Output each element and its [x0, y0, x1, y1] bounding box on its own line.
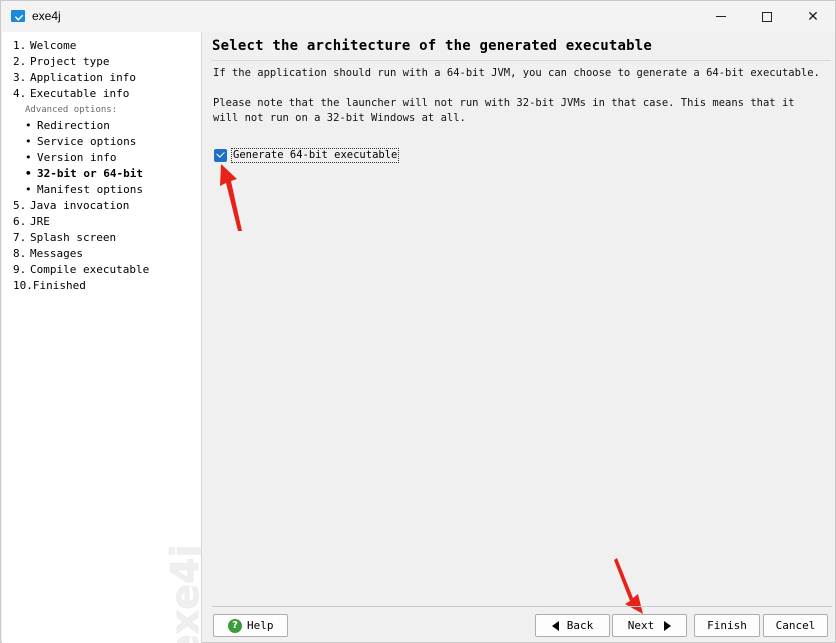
next-button[interactable]: Next [612, 614, 687, 637]
step-number: 3. [13, 71, 27, 84]
wizard-steps-sidebar: 1. Welcome 2. Project type 3. Application i… [2, 32, 202, 643]
step-label: Version info [37, 151, 117, 164]
maximize-icon [762, 11, 772, 22]
title-bar: exe4j ✕ [1, 1, 835, 32]
step-label: Executable info [30, 87, 130, 100]
step-service-options[interactable]: • Service options [2, 134, 201, 150]
step-executable-info[interactable]: 4. Executable info [2, 86, 201, 102]
exe4j-wizard-window: exe4j ✕ 1. Welcome 2. Project type 3. Appli… [0, 0, 836, 643]
steps-list: 1. Welcome 2. Project type 3. Application i… [2, 38, 201, 294]
help-question-icon: ? [228, 618, 242, 633]
step-number: 4. [13, 87, 27, 100]
step-label: Welcome [30, 39, 77, 52]
page-title: Select the architecture of the generated… [212, 38, 653, 54]
step-label: Java invocation [30, 199, 130, 212]
window-title: exe4j [32, 9, 61, 23]
step-messages[interactable]: 8. Messages [2, 246, 201, 262]
cancel-button-label: Cancel [775, 619, 816, 632]
step-label: Finished [32, 279, 86, 292]
step-label: Manifest options [37, 183, 143, 196]
watermark-text: exe4j [163, 544, 202, 643]
cancel-button[interactable]: Cancel [763, 614, 828, 637]
arrow-right-icon [664, 620, 672, 631]
step-splash-screen[interactable]: 7. Splash screen [2, 230, 201, 246]
back-button[interactable]: Back [535, 614, 610, 637]
advanced-options-caption: Advanced options: [25, 105, 118, 115]
next-button-label: Next [627, 619, 655, 632]
description-paragraph-2: Please note that the launcher will not r… [213, 97, 795, 124]
finish-button[interactable]: Finish [694, 614, 760, 637]
help-button[interactable]: ? Help [213, 614, 288, 637]
close-button[interactable]: ✕ [790, 1, 836, 32]
step-welcome[interactable]: 1. Welcome [2, 38, 201, 54]
step-number: 9. [13, 263, 27, 276]
step-number: 8. [13, 247, 27, 260]
step-compile-executable[interactable]: 9. Compile executable [2, 262, 201, 278]
exe4j-watermark-logo: exe4j [150, 532, 202, 643]
help-button-label: Help [247, 619, 274, 632]
minimize-icon [716, 16, 726, 17]
step-finished[interactable]: 10.Finished [2, 278, 201, 294]
step-label: Compile executable [30, 263, 150, 276]
step-manifest-options[interactable]: • Manifest options [2, 182, 201, 198]
step-label: Application info [30, 71, 136, 84]
annotation-arrow-icon [614, 558, 643, 614]
step-label: Project type [30, 55, 110, 68]
description-paragraph-1: If the application should run with a 64-… [213, 67, 820, 79]
finish-button-label: Finish [707, 619, 747, 632]
maximize-button[interactable] [744, 1, 790, 32]
heading-divider [211, 60, 831, 61]
bullet: • [25, 167, 32, 180]
annotation-arrow-icon [220, 164, 242, 231]
arrow-left-icon [551, 620, 559, 631]
bullet: • [25, 119, 32, 132]
generate-64bit-label[interactable]: Generate 64-bit executable [231, 148, 400, 163]
step-label: Splash screen [30, 231, 117, 244]
step-number: 2. [13, 55, 27, 68]
step-label: Messages [30, 247, 83, 260]
bullet: • [25, 151, 32, 164]
step-jre[interactable]: 6. JRE [2, 214, 201, 230]
step-redirection[interactable]: • Redirection [2, 118, 201, 134]
footer-divider [212, 606, 832, 607]
step-number: 7. [13, 231, 27, 244]
step-application-info[interactable]: 3. Application info [2, 70, 201, 86]
minimize-button[interactable] [698, 1, 744, 32]
close-icon: ✕ [807, 8, 819, 25]
step-version-info[interactable]: • Version info [2, 150, 201, 166]
bullet: • [25, 183, 32, 196]
main-content: Select the architecture of the generated… [203, 32, 835, 607]
step-label: Redirection [37, 119, 110, 132]
exe4j-app-icon [11, 10, 25, 22]
back-button-label: Back [566, 619, 594, 632]
step-label: Service options [37, 135, 137, 148]
step-number: 1. [13, 39, 27, 52]
step-32-or-64-bit[interactable]: • 32-bit or 64-bit [2, 166, 201, 182]
step-number: 10. [13, 279, 33, 292]
bullet: • [25, 135, 32, 148]
step-project-type[interactable]: 2. Project type [2, 54, 201, 70]
step-number: 6. [13, 215, 27, 228]
step-number: 5. [13, 199, 27, 212]
step-label: JRE [30, 215, 50, 228]
step-java-invocation[interactable]: 5. Java invocation [2, 198, 201, 214]
step-label: 32-bit or 64-bit [37, 167, 143, 180]
